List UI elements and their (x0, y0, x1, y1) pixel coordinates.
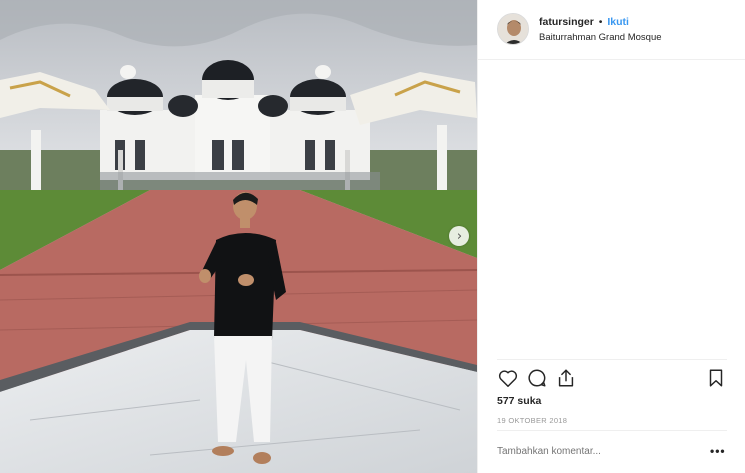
divider (497, 430, 727, 431)
username-link[interactable]: fatursinger (539, 16, 594, 28)
comment-input[interactable] (497, 446, 697, 457)
next-photo-button[interactable]: › (449, 226, 469, 246)
separator-dot: • (598, 16, 603, 28)
share-button[interactable] (555, 367, 577, 389)
more-options-button[interactable]: ••• (710, 444, 726, 458)
avatar[interactable] (497, 13, 529, 45)
share-icon (558, 369, 574, 387)
user-line: fatursinger • Ikuti (539, 16, 629, 28)
chevron-right-icon: › (456, 228, 463, 244)
comment-button[interactable] (526, 367, 548, 389)
comment-bubble-icon (528, 369, 546, 387)
likes-count[interactable]: 577 suka (497, 395, 541, 407)
instagram-post: › fatursinger • Ikuti Baiturrahman Grand… (0, 0, 745, 473)
mosque-photo-illustration (0, 0, 477, 473)
save-button[interactable] (705, 367, 727, 389)
like-button[interactable] (497, 367, 519, 389)
heart-icon (498, 370, 518, 387)
divider (497, 359, 727, 360)
post-date: 19 OKTOBER 2018 (497, 416, 568, 425)
post-sidebar: fatursinger • Ikuti Baiturrahman Grand M… (477, 0, 745, 473)
bookmark-icon (709, 369, 723, 387)
avatar-image (498, 14, 528, 44)
post-photo[interactable]: › (0, 0, 477, 473)
follow-button[interactable]: Ikuti (607, 16, 629, 28)
post-header: fatursinger • Ikuti Baiturrahman Grand M… (478, 0, 745, 60)
location-link[interactable]: Baiturrahman Grand Mosque (539, 32, 662, 43)
